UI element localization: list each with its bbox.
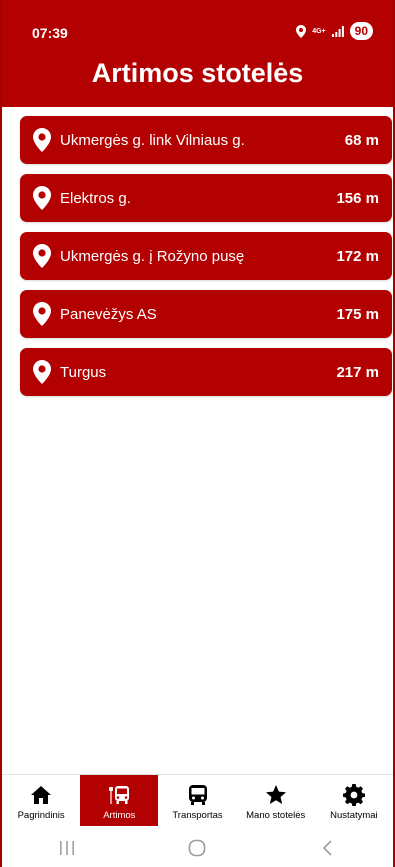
stop-item[interactable]: Turgus 217 m: [20, 348, 392, 396]
stop-distance: 156 m: [336, 189, 379, 207]
back-icon[interactable]: [317, 837, 339, 859]
nav-item-artimos[interactable]: Artimos: [80, 775, 159, 826]
location-pin-icon: [33, 244, 51, 268]
nav-label: Artimos: [103, 810, 136, 821]
battery-indicator: 90: [349, 22, 373, 40]
recent-apps-icon[interactable]: [56, 837, 78, 859]
home-icon: [31, 786, 52, 804]
home-circle-icon[interactable]: [186, 837, 208, 859]
location-pin-icon: [33, 186, 51, 210]
nav-item-mano-stoteles[interactable]: Mano stotelės: [237, 775, 315, 826]
nearby-bus-stop-icon: [109, 786, 130, 804]
nav-label: Mano stotelės: [246, 810, 306, 821]
stop-name: Ukmergės g. į Rožyno pusę: [60, 247, 245, 265]
stop-item[interactable]: Elektros g. 156 m: [20, 174, 392, 222]
stop-name: Elektros g.: [60, 189, 131, 207]
stop-distance: 217 m: [336, 363, 379, 381]
stop-item[interactable]: Ukmergės g. link Vilniaus g. 68 m: [20, 116, 392, 164]
nav-item-pagrindinis[interactable]: Pagrindinis: [2, 775, 80, 826]
stop-item[interactable]: Ukmergės g. į Rožyno pusę 172 m: [20, 232, 392, 280]
app-header: 07:39 4G+ 90 Artimos stotelės: [2, 0, 393, 107]
system-navigation-bar: [2, 828, 393, 867]
location-pin-icon: [33, 128, 51, 152]
gear-icon: [342, 784, 365, 806]
status-bar: 07:39 4G+ 90: [2, 0, 393, 50]
stop-distance: 68 m: [344, 131, 379, 149]
nav-label: Transportas: [172, 810, 223, 821]
bus-icon: [188, 785, 207, 805]
stop-name: Ukmergės g. link Vilniaus g.: [60, 131, 245, 149]
stop-item[interactable]: Panevėžys AS 175 m: [20, 290, 392, 338]
bottom-nav: Pagrindinis Artimos Transportas Mano sto…: [2, 774, 393, 826]
status-time: 07:39: [32, 25, 68, 41]
nav-item-transportas[interactable]: Transportas: [158, 775, 236, 826]
nav-label: Nustatymai: [330, 810, 378, 821]
location-pin-icon: [33, 302, 51, 326]
location-icon: [296, 24, 307, 38]
star-icon: [265, 785, 286, 804]
network-type-label: 4G+: [312, 27, 326, 35]
page-title: Artimos stotelės: [91, 58, 304, 88]
signal-icon: [331, 25, 344, 37]
status-icons: 4G+ 90: [296, 22, 373, 40]
stop-name: Panevėžys AS: [60, 305, 157, 323]
stop-distance: 172 m: [336, 247, 379, 265]
location-pin-icon: [33, 360, 51, 384]
nav-label: Pagrindinis: [17, 810, 65, 821]
app-screen: 07:39 4G+ 90 Artimos stotelės Ukmergės g…: [0, 0, 395, 867]
stop-distance: 175 m: [336, 305, 379, 323]
nav-item-nustatymai[interactable]: Nustatymai: [315, 775, 393, 826]
stop-name: Turgus: [60, 363, 107, 381]
stop-list: Ukmergės g. link Vilniaus g. 68 m Elektr…: [20, 116, 392, 406]
